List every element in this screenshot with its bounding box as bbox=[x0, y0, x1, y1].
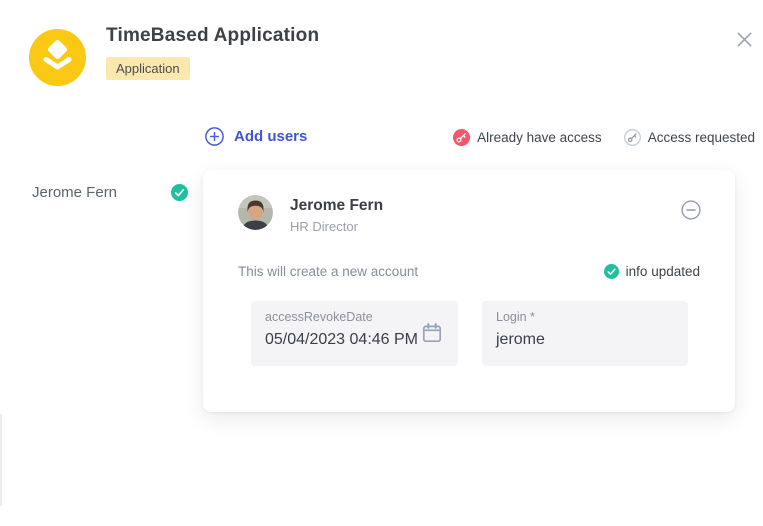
field-label: accessRevokeDate bbox=[265, 310, 444, 324]
field-label: Login * bbox=[496, 310, 674, 324]
add-users-button[interactable]: Add users bbox=[205, 127, 307, 146]
app-logo-layers-icon bbox=[29, 29, 86, 86]
avatar bbox=[238, 195, 273, 230]
info-updated-status: info updated bbox=[604, 264, 700, 279]
field-value: 05/04/2023 04:46 PM bbox=[265, 331, 444, 349]
card-user-role: HR Director bbox=[290, 219, 383, 234]
card-header: Jerome Fern HR Director bbox=[238, 195, 383, 234]
close-button[interactable] bbox=[730, 25, 758, 53]
application-type-badge: Application bbox=[106, 57, 190, 80]
key-icon-outline bbox=[624, 129, 641, 146]
user-list-item-jerome-fern[interactable]: Jerome Fern bbox=[32, 184, 188, 201]
plus-circle-icon bbox=[205, 127, 224, 146]
user-name: Jerome Fern bbox=[32, 184, 117, 201]
field-value: jerome bbox=[496, 331, 674, 349]
legend-label: Already have access bbox=[477, 130, 602, 145]
add-users-label: Add users bbox=[234, 128, 307, 145]
legend-already-have-access: Already have access bbox=[453, 129, 602, 146]
application-access-dialog: TimeBased Application Application Add us… bbox=[0, 0, 763, 526]
legend-access-requested: Access requested bbox=[624, 129, 755, 146]
create-account-note: This will create a new account bbox=[238, 264, 418, 279]
left-edge-divider bbox=[0, 414, 2, 506]
status-label: info updated bbox=[626, 264, 700, 279]
user-detail-card: Jerome Fern HR Director This will create… bbox=[203, 170, 735, 412]
access-legend: Already have access Access requested bbox=[453, 129, 755, 146]
minus-circle-icon bbox=[681, 200, 701, 220]
card-user-name: Jerome Fern bbox=[290, 197, 383, 215]
close-icon bbox=[735, 30, 754, 49]
calendar-icon bbox=[421, 322, 443, 344]
account-note-row: This will create a new account info upda… bbox=[238, 264, 700, 279]
check-circle-icon bbox=[604, 264, 619, 279]
page-title: TimeBased Application bbox=[106, 25, 319, 47]
key-icon-filled bbox=[453, 129, 470, 146]
legend-label: Access requested bbox=[648, 130, 755, 145]
check-circle-icon bbox=[171, 184, 188, 201]
access-revoke-date-field[interactable]: accessRevokeDate 05/04/2023 04:46 PM bbox=[251, 301, 458, 366]
calendar-picker-button[interactable] bbox=[421, 322, 443, 344]
login-field[interactable]: Login * jerome bbox=[482, 301, 688, 366]
remove-user-button[interactable] bbox=[681, 200, 701, 220]
